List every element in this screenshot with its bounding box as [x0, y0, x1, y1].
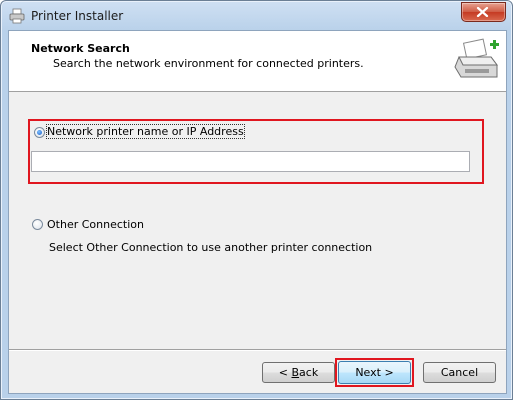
page-subtitle: Search the network environment for conne…	[53, 57, 364, 70]
other-connection-radio-label[interactable]: Other Connection	[47, 218, 144, 231]
window-title: Printer Installer	[31, 9, 124, 23]
other-connection-radio[interactable]	[32, 219, 43, 230]
page-title: Network Search	[31, 42, 130, 55]
close-button[interactable]	[461, 2, 506, 22]
printer-add-icon	[453, 35, 501, 85]
network-printer-radio[interactable]	[34, 127, 45, 138]
printer-icon	[9, 8, 25, 24]
next-button-highlight	[335, 358, 414, 387]
title-bar[interactable]: Printer Installer	[1, 1, 512, 31]
back-button-prefix: <	[278, 366, 292, 379]
other-connection-description: Select Other Connection to use another p…	[49, 241, 373, 254]
network-printer-radio-label[interactable]: Network printer name or IP Address	[46, 124, 245, 139]
wizard-header: Network Search Search the network enviro…	[9, 31, 506, 92]
cancel-button[interactable]: Cancel	[423, 362, 496, 383]
back-button-rest: ack	[299, 366, 319, 379]
dialog-client-area: Network Search Search the network enviro…	[8, 30, 507, 394]
back-button[interactable]: < Back	[262, 362, 335, 383]
back-button-mnemonic: B	[291, 366, 300, 379]
printer-address-input[interactable]	[31, 151, 470, 172]
installer-window: Printer Installer Network Search Search …	[0, 0, 513, 400]
footer-divider	[9, 349, 506, 351]
close-icon	[476, 7, 489, 17]
